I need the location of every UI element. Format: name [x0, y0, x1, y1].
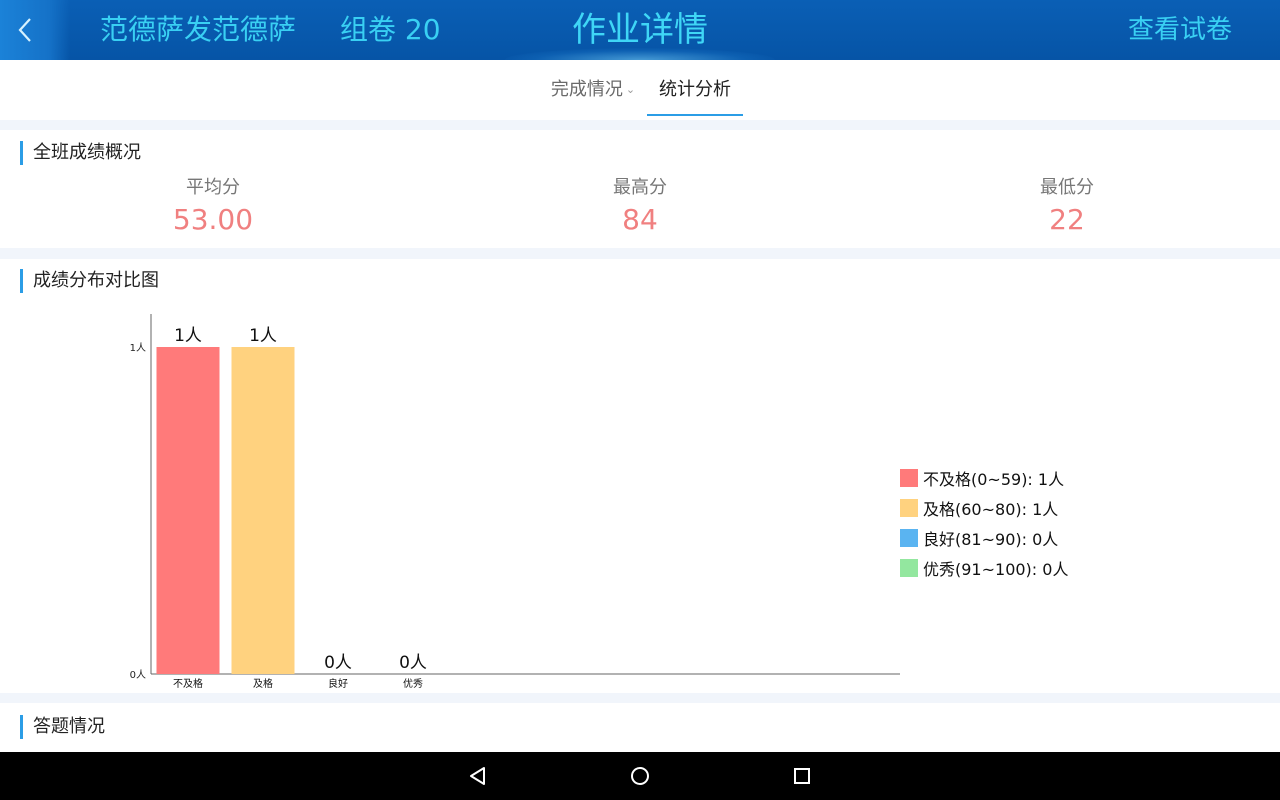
legend-label: 优秀(91~100): 0人 [923, 560, 1069, 579]
tab-bar: 完成情况 ⌄ 统计分析 [0, 60, 1280, 120]
page-title: 作业详情 [572, 10, 708, 50]
average-score-value: 53.00 [172, 203, 254, 236]
chevron-left-icon [18, 18, 31, 42]
x-tick-label: 优秀 [403, 677, 423, 690]
legend-swatch [900, 499, 918, 517]
score-distribution-chart: 0人 1人 1人不及格 1人及格 0人良好 0人优秀 [130, 314, 900, 690]
y-tick-label: 0人 [130, 669, 146, 681]
tab-completion[interactable]: 完成情况 ⌄ [548, 60, 638, 114]
legend-label: 良好(81~90): 0人 [923, 530, 1059, 549]
breadcrumb-assignment-name: 范德萨发范德萨 [100, 13, 297, 46]
lowest-score: 最低分 22 [967, 176, 1167, 240]
nav-recent-apps-icon[interactable] [790, 764, 814, 788]
class-score-summary: 全班成绩概况 平均分 53.00 最高分 84 最低分 22 [0, 130, 1280, 248]
back-button[interactable] [0, 0, 70, 60]
nav-back-icon[interactable] [466, 764, 490, 788]
lowest-score-label: 最低分 [1040, 177, 1094, 198]
tab-statistics[interactable]: 统计分析 [647, 60, 743, 116]
section-title: 答题情况 [20, 715, 105, 739]
highest-score-value: 84 [622, 203, 658, 236]
answer-status-section: 答题情况 [0, 703, 1280, 752]
legend-swatch [900, 559, 918, 577]
tab-completion-label: 完成情况 [550, 79, 623, 100]
average-score: 平均分 53.00 [113, 176, 313, 240]
lowest-score-value: 22 [1049, 203, 1085, 236]
bar-value-label: 1人 [249, 326, 277, 346]
x-tick-label: 不及格 [173, 677, 203, 690]
view-paper-button[interactable]: 查看试卷 [1128, 0, 1248, 60]
chevron-down-icon: ⌄ [625, 83, 636, 96]
bar-1 [231, 347, 295, 674]
nav-home-icon[interactable] [628, 764, 652, 788]
bar-0 [156, 347, 220, 674]
average-score-label: 平均分 [186, 177, 240, 198]
legend-swatch [900, 469, 918, 487]
bar-value-label: 1人 [174, 326, 202, 346]
highest-score-label: 最高分 [613, 177, 667, 198]
section-title: 全班成绩概况 [20, 141, 141, 165]
bar-value-label: 0人 [399, 653, 427, 673]
highest-score: 最高分 84 [540, 176, 740, 240]
legend-item: 不及格(0~59): 1人 [900, 463, 1068, 493]
x-tick-label: 良好 [328, 677, 348, 690]
legend-item: 及格(60~80): 1人 [900, 493, 1068, 523]
y-tick-label: 1人 [130, 342, 146, 354]
legend-item: 良好(81~90): 0人 [900, 523, 1068, 553]
score-distribution-section: 成绩分布对比图 0人 1人 1人 不及格 1人 及格 0人 良好 0人 优秀 不及格(0~59):… [0, 259, 1280, 693]
legend-item: 优秀(91~100): 0人 [900, 553, 1068, 583]
x-tick-label: 及格 [253, 677, 273, 690]
system-nav-bar [0, 752, 1280, 800]
legend-label: 不及格(0~59): 1人 [923, 470, 1065, 489]
chart-legend: 不及格(0~59): 1人 及格(60~80): 1人 良好(81~90): 0人优… [900, 463, 1068, 583]
app-header: 范德萨发范德萨 组卷 2020 作业详情 查看试卷 [0, 0, 1280, 60]
legend-swatch [900, 529, 918, 547]
legend-label: 及格(60~80): 1人 [923, 500, 1059, 519]
bar-value-label: 0人 [324, 653, 352, 673]
breadcrumb-paper-name: 组卷 2020 [340, 13, 440, 46]
